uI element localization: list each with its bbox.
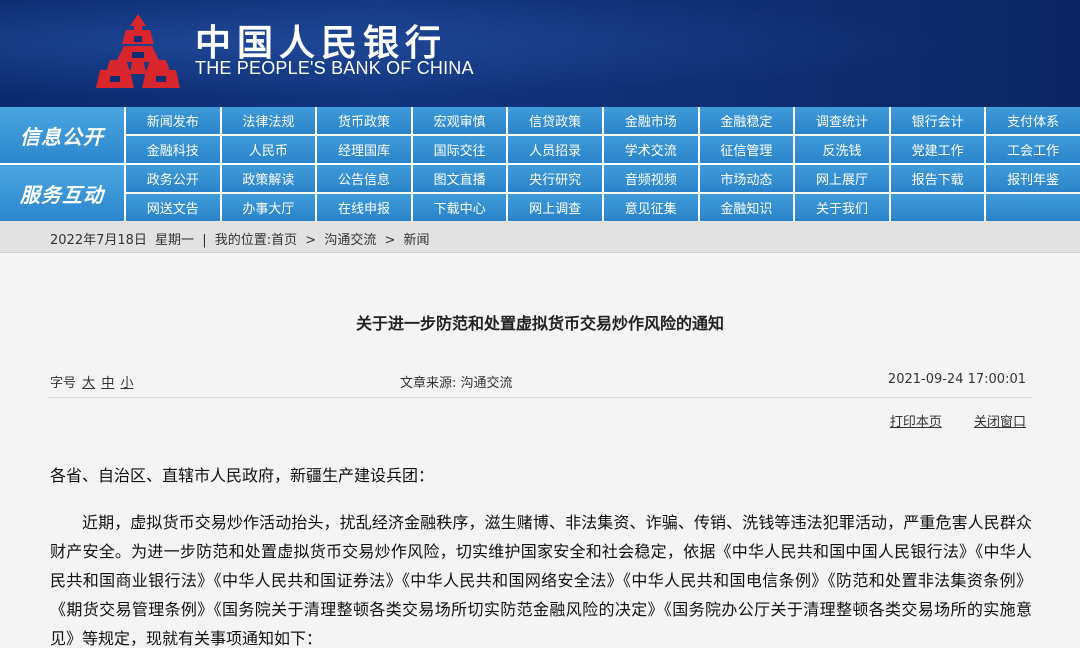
nav-item[interactable]: 法律法规	[221, 107, 316, 134]
breadcrumb-separator: |	[202, 233, 207, 248]
close-window-link[interactable]: 关闭窗口	[974, 415, 1026, 430]
breadcrumb-prefix: 我的位置:	[214, 233, 272, 248]
nav-item[interactable]: 报告下载	[890, 165, 985, 192]
nav-group-title: 服务互动	[0, 165, 124, 221]
nav-item-empty	[986, 194, 1080, 221]
nav-cells: 新闻发布 法律法规 货币政策 宏观审慎 信贷政策 金融市场 金融稳定 调查统计 银行会计 支付体系…	[126, 107, 1080, 163]
nav-item[interactable]: 调查统计	[795, 107, 889, 134]
article-source: 文章来源: 沟通交流	[400, 376, 513, 391]
nav-group-title: 信息公开	[0, 107, 124, 163]
nav-item[interactable]: 金融市场	[603, 107, 698, 134]
article-title: 关于进一步防范和处置虚拟货币交易炒作风险的通知	[355, 314, 724, 333]
divider	[48, 397, 1032, 398]
breadcrumb-arrow: >	[305, 233, 317, 248]
nav-item[interactable]: 金融知识	[699, 194, 794, 221]
nav-item[interactable]: 图文直播	[412, 165, 507, 192]
site-header: 中国人民银行 THE PEOPLE'S BANK OF CHINA	[0, 0, 1080, 107]
current-date: 2022年7月18日	[50, 233, 147, 248]
breadcrumb-bar: 2022年7月18日 星期一 | 我的位置:首页 > 沟通交流 > 新闻	[0, 221, 1080, 253]
nav-item[interactable]: 银行会计	[890, 107, 985, 134]
nav-group-info: 信息公开 新闻发布 法律法规 货币政策 宏观审慎 信贷政策 金融市场 金融稳定 调查统计 银行会…	[0, 107, 1080, 163]
nav-item[interactable]: 人民币	[221, 136, 316, 163]
article-salutation: 各省、自治区、直辖市人民政府，新疆生产建设兵团：	[50, 466, 435, 485]
nav-item[interactable]: 音频视频	[603, 165, 698, 192]
breadcrumb-link-home[interactable]: 首页	[271, 233, 297, 248]
nav-item[interactable]: 网送文告	[126, 194, 220, 221]
pboc-logo-icon[interactable]	[96, 10, 180, 94]
nav-item[interactable]: 学术交流	[603, 136, 698, 163]
breadcrumb: 2022年7月18日 星期一 | 我的位置:首页 > 沟通交流 > 新闻	[50, 229, 434, 248]
font-size-large[interactable]: 大	[82, 376, 95, 391]
nav-item[interactable]: 反洗钱	[795, 136, 889, 163]
bank-english-name: THE PEOPLE'S BANK OF CHINA	[195, 58, 474, 78]
nav-item[interactable]: 政策解读	[221, 165, 316, 192]
nav-item[interactable]: 征信管理	[699, 136, 794, 163]
nav-item[interactable]: 宏观审慎	[412, 107, 507, 134]
nav-item[interactable]: 工会工作	[986, 136, 1080, 163]
nav-group-service: 服务互动 政务公开 政策解读 公告信息 图文直播 央行研究 音频视频 市场动态 网上展厅 报告下…	[0, 165, 1080, 221]
nav-item[interactable]: 国际交往	[412, 136, 507, 163]
current-weekday: 星期一	[155, 233, 195, 248]
nav-item[interactable]: 公告信息	[317, 165, 411, 192]
main-nav: 信息公开 新闻发布 法律法规 货币政策 宏观审慎 信贷政策 金融市场 金融稳定 调查统计 银行会…	[0, 107, 1080, 221]
nav-item[interactable]: 办事大厅	[221, 194, 316, 221]
nav-item[interactable]: 政务公开	[126, 165, 220, 192]
nav-item[interactable]: 货币政策	[317, 107, 411, 134]
nav-item[interactable]: 下载中心	[412, 194, 507, 221]
breadcrumb-link-news[interactable]: 新闻	[404, 233, 430, 248]
breadcrumb-link-communication[interactable]: 沟通交流	[324, 233, 376, 248]
nav-item[interactable]: 金融稳定	[699, 107, 794, 134]
nav-cells: 政务公开 政策解读 公告信息 图文直播 央行研究 音频视频 市场动态 网上展厅 报告下载 报刊年鉴…	[126, 165, 1080, 221]
nav-item[interactable]: 经理国库	[317, 136, 411, 163]
nav-item[interactable]: 党建工作	[890, 136, 985, 163]
nav-item[interactable]: 网上展厅	[795, 165, 889, 192]
nav-item[interactable]: 人员招录	[508, 136, 602, 163]
article-paragraph: 近期，虚拟货币交易炒作活动抬头，扰乱经济金融秩序，滋生赌博、非法集资、诈骗、传销…	[50, 513, 1032, 648]
font-size-label: 字号	[50, 376, 77, 391]
font-size-medium[interactable]: 中	[101, 376, 114, 391]
article: 关于进一步防范和处置虚拟货币交易炒作风险的通知 字号 大 中 小 文章来源: 沟…	[0, 254, 1080, 648]
nav-item[interactable]: 金融科技	[126, 136, 220, 163]
nav-item[interactable]: 关于我们	[795, 194, 889, 221]
nav-item[interactable]: 支付体系	[986, 107, 1080, 134]
nav-item[interactable]: 市场动态	[699, 165, 794, 192]
nav-item[interactable]: 在线申报	[317, 194, 411, 221]
font-size-control: 字号 大 中 小	[50, 372, 133, 391]
article-date: 2021-09-24 17:00:01	[887, 372, 1026, 387]
nav-item[interactable]: 央行研究	[508, 165, 602, 192]
nav-item[interactable]: 网上调查	[508, 194, 602, 221]
nav-item[interactable]: 信贷政策	[508, 107, 602, 134]
nav-item[interactable]: 新闻发布	[126, 107, 220, 134]
nav-item[interactable]: 意见征集	[603, 194, 698, 221]
article-meta: 字号 大 中 小 文章来源: 沟通交流 2021-09-24 17:00:01	[0, 364, 1080, 400]
article-actions: 打印本页 关闭窗口	[862, 411, 1026, 430]
nav-item-empty	[890, 194, 985, 221]
print-page-link[interactable]: 打印本页	[890, 415, 942, 430]
breadcrumb-arrow: >	[384, 233, 396, 248]
nav-item[interactable]: 报刊年鉴	[986, 165, 1080, 192]
font-size-small[interactable]: 小	[120, 376, 133, 391]
